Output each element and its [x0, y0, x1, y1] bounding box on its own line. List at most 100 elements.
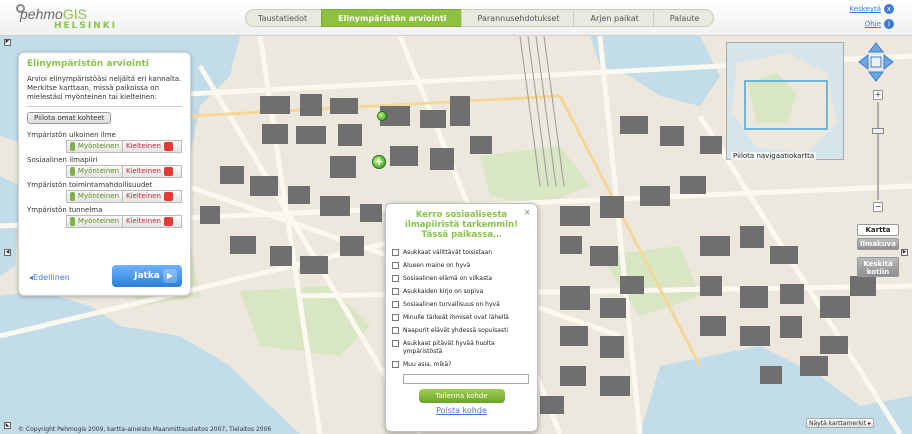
zoom-out-button[interactable]: − — [873, 202, 883, 212]
aerial-view-button[interactable]: Ilmakuva — [857, 238, 899, 250]
option-close-people[interactable]: Minulle tärkeät ihmiset ovat lähellä — [392, 314, 531, 322]
hide-minimap-label[interactable]: Piilota navigaatiokartta — [731, 152, 817, 160]
checkbox[interactable] — [392, 301, 399, 308]
pan-arrows-icon[interactable] — [858, 42, 894, 82]
popup-title-line: Kerro sosiaalisesta — [415, 210, 508, 220]
thumb-up-icon — [70, 192, 75, 201]
stop-label: Keskeytä — [849, 5, 881, 13]
checkbox[interactable] — [392, 314, 399, 321]
category-label: Ympäristön ulkoinen ilme — [27, 131, 116, 139]
option-label: Sosiaalinen elämä on vilkasta — [403, 275, 493, 282]
positive-label: Myönteinen — [77, 142, 119, 150]
zoom-control: + − — [872, 90, 884, 212]
option-label: Sosiaalinen turvallisuus on hyvä — [403, 301, 500, 308]
category-appearance: Ympäristön ulkoinen ilme Myönteinen Kiel… — [27, 131, 182, 153]
checkbox[interactable] — [392, 288, 399, 295]
option-label: Asukkaat pitävät hyvää huolta ympäristös… — [403, 340, 495, 355]
thumb-up-icon — [70, 217, 75, 226]
option-label: Naapurit elävät yhdessä sopuisasti — [403, 327, 509, 334]
checkbox[interactable] — [392, 327, 399, 334]
option-environment-care[interactable]: Asukkaat pitävät hyvää huolta ympäristös… — [392, 340, 531, 356]
logo: pehmoGIS HELSINKI — [6, 2, 116, 34]
hide-own-markers-button[interactable]: Piilota omat kohteet — [27, 112, 112, 124]
step-parannusehdotukset[interactable]: Parannusehdotukset — [460, 9, 575, 27]
checkbox[interactable] — [392, 361, 399, 368]
negative-button[interactable]: Kielteinen — [122, 140, 182, 153]
step-palaute[interactable]: Palaute — [652, 9, 715, 27]
popup-title: Kerro sosiaalisesta ilmapiiristä tarkemm… — [392, 210, 531, 240]
panel-title: Elinympäristön arviointi — [27, 59, 149, 69]
positive-button[interactable]: Myönteinen — [66, 140, 123, 153]
negative-button[interactable]: Kielteinen — [122, 190, 182, 203]
positive-button[interactable]: Myönteinen — [66, 215, 123, 228]
negative-label: Kielteinen — [126, 142, 161, 150]
next-label: Jatka — [134, 271, 160, 281]
step-elinymparisto[interactable]: Elinympäristön arviointi — [321, 9, 462, 27]
option-label: Alueen maine on hyvä — [403, 262, 471, 269]
other-text-input[interactable] — [403, 374, 529, 384]
positive-button[interactable]: Myönteinen — [66, 190, 123, 203]
delete-link[interactable]: Poista kohde — [392, 406, 531, 415]
thumb-down-icon — [163, 217, 173, 226]
pan-right-icon[interactable]: ▶ — [901, 249, 908, 256]
header: pehmoGIS HELSINKI Taustatiedot Elinympär… — [0, 0, 912, 36]
option-reputation[interactable]: Alueen maine on hyvä — [392, 262, 531, 270]
map-view-button[interactable]: Kartta — [857, 224, 899, 236]
checkbox[interactable] — [392, 249, 399, 256]
back-label: Edellinen — [33, 273, 70, 282]
option-label: Asukkaat välittävät toisistaan — [403, 249, 493, 256]
map-marker[interactable] — [377, 111, 387, 121]
plus-icon[interactable]: + — [372, 155, 386, 169]
checkbox[interactable] — [392, 275, 399, 282]
positive-button[interactable]: Myönteinen — [66, 165, 123, 178]
popup-title-line: ilmapiiristä tarkemmin! — [405, 220, 518, 230]
positive-label: Myönteinen — [77, 217, 119, 225]
pan-down-left-icon[interactable]: ◣ — [4, 422, 11, 429]
navigation-minimap[interactable]: Piilota navigaatiokartta — [726, 42, 844, 160]
thumb-down-icon — [163, 192, 173, 201]
option-social-life[interactable]: Sosiaalinen elämä on vilkasta — [392, 275, 531, 283]
thumb-down-icon — [163, 142, 173, 151]
evaluation-panel: Elinympäristön arviointi Arvioi elinympä… — [18, 52, 191, 296]
thumb-up-icon — [70, 142, 75, 151]
show-markers-button[interactable]: Näytä karttamerkit ▸ — [806, 418, 874, 428]
negative-button[interactable]: Kielteinen — [122, 215, 182, 228]
help-icon: i — [884, 19, 894, 29]
pan-up-left-icon[interactable]: ◤ — [4, 39, 11, 46]
category-label: Ympäristön tunnelma — [27, 206, 103, 214]
checkbox[interactable] — [392, 340, 399, 347]
chevron-right-icon: ▶ — [163, 269, 177, 283]
step-arjen-paikat[interactable]: Arjen paikat — [573, 9, 654, 27]
option-neighbours[interactable]: Naapurit elävät yhdessä sopuisasti — [392, 327, 531, 335]
pan-left-icon[interactable]: ◀ — [4, 249, 11, 256]
negative-label: Kielteinen — [126, 217, 161, 225]
center-label: Keskitä — [863, 260, 893, 268]
category-label: Ympäristön toimintamahdollisuudet — [27, 181, 153, 189]
option-diversity[interactable]: Asukkaiden kirjo on sopiva — [392, 288, 531, 296]
next-button[interactable]: Jatka ▶ — [112, 265, 182, 287]
close-icon[interactable]: × — [523, 208, 531, 218]
positive-label: Myönteinen — [77, 192, 119, 200]
stop-link[interactable]: Keskeytä x — [850, 4, 894, 14]
save-button[interactable]: Tallenna kohde — [418, 389, 505, 403]
option-safety[interactable]: Sosiaalinen turvallisuus on hyvä — [392, 301, 531, 309]
zoom-slider-handle[interactable] — [872, 128, 884, 134]
option-label: Muu asia, mikä? — [403, 361, 452, 368]
thumb-down-icon — [163, 167, 173, 176]
copyright: © Copyright Pehmogis 2009, kartta-aineis… — [18, 426, 272, 433]
zoom-in-button[interactable]: + — [873, 90, 883, 100]
back-link[interactable]: ◂Edellinen — [29, 273, 70, 282]
thumb-up-icon — [70, 167, 75, 176]
help-label: Ohje — [864, 20, 881, 28]
option-other[interactable]: Muu asia, mikä? — [392, 361, 531, 369]
panel-intro: Arvioi elinympäristöäsi neljältä eri kan… — [27, 75, 182, 107]
checkbox[interactable] — [392, 262, 399, 269]
option-care[interactable]: Asukkaat välittävät toisistaan — [392, 249, 531, 257]
logo-city: HELSINKI — [54, 21, 118, 31]
help-link[interactable]: Ohje i — [850, 19, 894, 29]
negative-button[interactable]: Kielteinen — [122, 165, 182, 178]
positive-label: Myönteinen — [77, 167, 119, 175]
step-taustatiedot[interactable]: Taustatiedot — [245, 9, 323, 27]
zoom-track[interactable] — [877, 102, 879, 200]
center-home-button[interactable]: Keskitä kotiin — [857, 257, 899, 277]
